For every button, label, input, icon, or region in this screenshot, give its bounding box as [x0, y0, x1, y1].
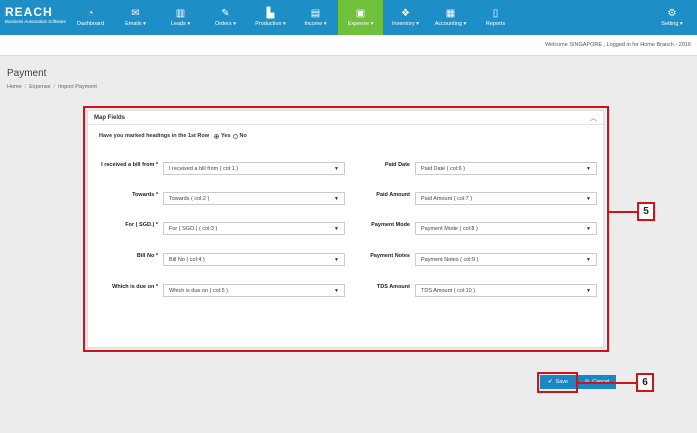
nav-item-label: Reports	[485, 21, 506, 27]
reports-icon: ▯	[492, 8, 499, 19]
nav-item-label: Inventory ▾	[392, 21, 419, 27]
inventory-icon: ❖	[401, 8, 410, 19]
leads-icon: ▥	[175, 8, 186, 19]
gear-icon: ⚙	[667, 8, 677, 19]
nav-item-label: Emails ▾	[125, 21, 146, 27]
dashboard-icon: ◔	[87, 8, 94, 19]
calculator-icon: ▦	[445, 8, 456, 19]
brand-logo[interactable]: REACH Business Automation Software	[0, 0, 68, 35]
breadcrumb-current: Import Payment	[58, 84, 97, 90]
nav-item-production[interactable]: ▙ Production ▾	[248, 0, 293, 35]
nav-item-reports[interactable]: ▯ Reports	[473, 0, 518, 35]
wrench-icon: ✎	[221, 8, 230, 19]
callout-save: 6	[636, 373, 654, 392]
nav-setting[interactable]: ⚙ Setting ▾	[647, 0, 697, 35]
top-navbar: REACH Business Automation Software ◔ Dash…	[0, 0, 697, 35]
nav-item-label: Expense ▾	[347, 21, 374, 27]
breadcrumb-expense[interactable]: Expense	[29, 84, 50, 90]
nav-item-label: Dashboard	[77, 21, 104, 27]
nav-item-accounting[interactable]: ▦ Accounting ▾	[428, 0, 473, 35]
expense-icon: ▣	[355, 8, 366, 19]
nav-item-label: Accounting ▾	[434, 21, 467, 27]
income-icon: ▤	[310, 8, 321, 19]
nav-item-label: Orders ▾	[214, 21, 237, 27]
welcome-bar: Welcome SINGAPORE , Logged in for Home B…	[0, 35, 697, 56]
nav-item-leads[interactable]: ▥ Leads ▾	[158, 0, 203, 35]
welcome-text: Welcome SINGAPORE , Logged in for Home B…	[544, 42, 691, 48]
nav-item-inventory[interactable]: ❖ Inventory ▾	[383, 0, 428, 35]
callout-fields: 5	[637, 202, 655, 221]
callout-line-fields	[609, 211, 637, 213]
highlight-box-save	[537, 372, 578, 393]
envelope-icon: ✉	[131, 8, 140, 19]
highlight-box-fields	[83, 106, 609, 352]
nav-item-expense[interactable]: ▣ Expense ▾	[338, 0, 383, 35]
breadcrumb: Home / Expense / Import Payment	[7, 84, 97, 90]
nav-item-orders[interactable]: ✎ Orders ▾	[203, 0, 248, 35]
nav-item-emails[interactable]: ✉ Emails ▾	[113, 0, 158, 35]
nav-item-dashboard[interactable]: ◔ Dashboard	[68, 0, 113, 35]
breadcrumb-home[interactable]: Home	[7, 84, 22, 90]
logo-tagline: Business Automation Software	[5, 19, 67, 24]
nav-item-label: Income ▾	[304, 21, 327, 27]
nav-setting-label: Setting ▾	[661, 21, 683, 27]
nav-item-label: Production ▾	[255, 21, 286, 27]
callout-line-save	[578, 382, 636, 384]
breadcrumb-separator: /	[24, 84, 27, 90]
breadcrumb-separator: /	[53, 84, 56, 90]
logo-text: REACH	[5, 5, 53, 19]
nav-item-income[interactable]: ▤ Income ▾	[293, 0, 338, 35]
production-icon: ▙	[266, 8, 275, 19]
page-title: Payment	[7, 68, 47, 79]
nav-item-label: Leads ▾	[170, 21, 191, 27]
